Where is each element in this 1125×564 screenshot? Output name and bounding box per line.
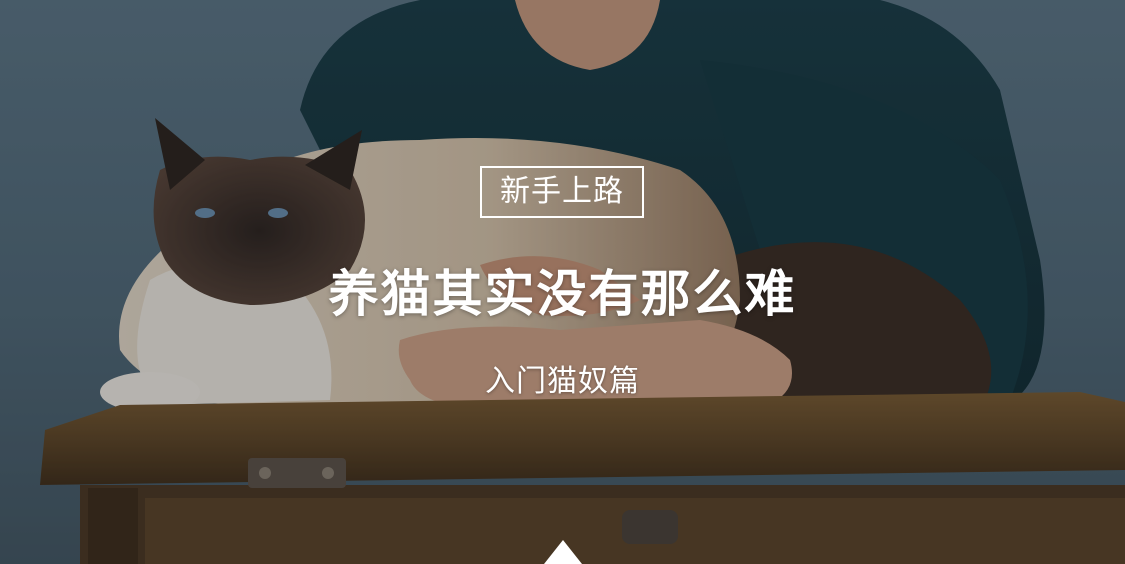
hero-subheadline: 入门猫奴篇 [485, 364, 640, 399]
category-badge: 新手上路 [480, 166, 644, 218]
hero-headline: 养猫其实没有那么难 [328, 265, 797, 323]
hero-banner: 新手上路 养猫其实没有那么难 入门猫奴篇 [0, 0, 1125, 564]
triangle-up-icon[interactable] [544, 540, 582, 564]
